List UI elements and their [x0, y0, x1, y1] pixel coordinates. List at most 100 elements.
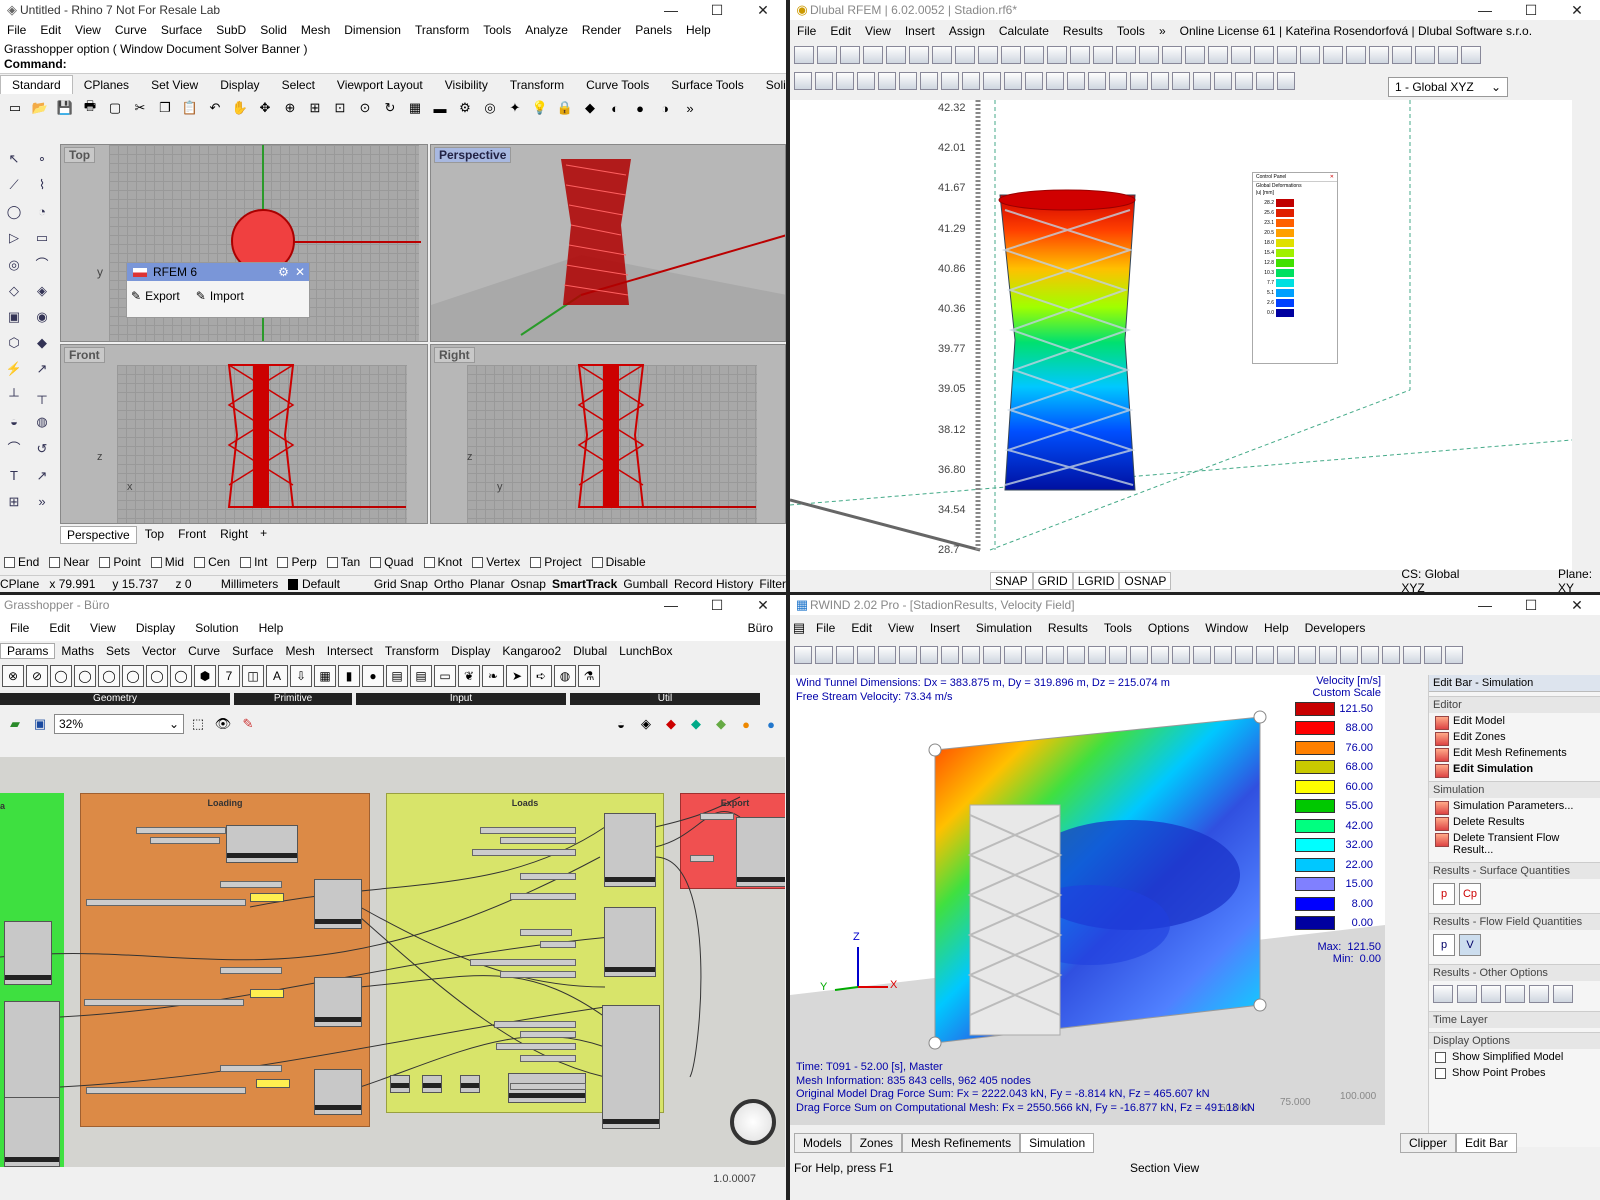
tool-icon[interactable]: ◇	[2, 279, 26, 303]
sphere-icon[interactable]: ●	[629, 97, 651, 119]
tab-curve-tools[interactable]: Curve Tools	[575, 76, 660, 94]
tool-icon[interactable]: ▷	[2, 226, 26, 250]
menu-surface[interactable]: Surface	[154, 23, 209, 37]
menu-file[interactable]: File	[790, 24, 823, 38]
toolbar-icon[interactable]	[815, 646, 833, 664]
toolbar-icon[interactable]	[1001, 46, 1021, 64]
flow-p-button[interactable]: p	[1433, 934, 1455, 956]
tab-maths[interactable]: Maths	[55, 644, 100, 658]
menu-subd[interactable]: SubD	[209, 23, 253, 37]
osnap-knot[interactable]: Knot	[424, 555, 463, 569]
grid-icon[interactable]: ▦	[404, 97, 426, 119]
gh-component[interactable]	[602, 1005, 660, 1129]
panel-input[interactable]: Input	[356, 693, 566, 705]
tab-visibility[interactable]: Visibility	[434, 76, 499, 94]
menu-panels[interactable]: Panels	[628, 23, 679, 37]
menu-file[interactable]: File	[0, 23, 33, 37]
close-button[interactable]: ✕	[740, 2, 786, 19]
toolbar-icon[interactable]	[1277, 72, 1295, 90]
menu-assign[interactable]: Assign	[942, 24, 992, 38]
toolbar-icon[interactable]	[1461, 46, 1481, 64]
menu-online-license-61-kate-ina-rosendorfov-dlubal-software-s-r-o[interactable]: Online License 61 | Kateřina Rosendorfov…	[1173, 24, 1539, 38]
number-slider[interactable]	[136, 827, 226, 834]
surface-quantities-section[interactable]: Results - Surface Quantities	[1429, 862, 1600, 879]
sim-delete-transient-flow-result[interactable]: Delete Transient Flow Result...	[1429, 830, 1600, 858]
toolbar-icon[interactable]	[1319, 646, 1337, 664]
command-input[interactable]	[71, 57, 782, 71]
component-icon[interactable]: ⊗	[2, 665, 24, 687]
checkbox-icon[interactable]	[370, 557, 381, 568]
editor-section[interactable]: Editor	[1429, 696, 1600, 713]
tab-select[interactable]: Select	[271, 76, 326, 94]
gh-component[interactable]	[226, 825, 298, 863]
toolbar-icon[interactable]	[1024, 46, 1044, 64]
mesh-icon[interactable]: ◆	[710, 713, 732, 735]
toolbar-icon[interactable]	[878, 72, 896, 90]
tab-transform[interactable]: Transform	[499, 76, 575, 94]
paste-icon[interactable]: 📋	[179, 97, 201, 119]
number-slider[interactable]	[84, 999, 244, 1006]
component-icon[interactable]: ▦	[314, 665, 336, 687]
checkbox-icon[interactable]	[151, 557, 162, 568]
print-icon[interactable]: 🖶	[79, 97, 101, 119]
vp-tab-front[interactable]: Front	[172, 526, 212, 544]
osnap-quad[interactable]: Quad	[370, 555, 413, 569]
toolbar-icon[interactable]	[962, 72, 980, 90]
checkbox-icon[interactable]	[99, 557, 110, 568]
toolbar-icon[interactable]	[1185, 46, 1205, 64]
toggle-grid-snap[interactable]: Grid Snap	[374, 577, 428, 591]
gh-component[interactable]	[4, 921, 52, 985]
shaded-icon[interactable]: ◆	[660, 713, 682, 735]
panel-primitive[interactable]: Primitive	[234, 693, 352, 705]
toolbar-icon[interactable]	[1025, 72, 1043, 90]
viewport-label-right[interactable]: Right	[434, 347, 475, 363]
toolbar-icon[interactable]	[1254, 46, 1274, 64]
add-viewport-icon[interactable]: +	[256, 526, 271, 544]
zoom-extents-icon[interactable]: ⬚	[187, 713, 209, 735]
sphere-icon[interactable]: ●	[735, 713, 757, 735]
display-option[interactable]: Show Simplified Model	[1429, 1049, 1600, 1065]
option-icon[interactable]	[1481, 985, 1501, 1003]
toolbar-icon[interactable]	[920, 72, 938, 90]
number-slider[interactable]	[700, 813, 734, 820]
osnap-point[interactable]: Point	[99, 555, 140, 569]
tool-icon[interactable]: ↺	[30, 437, 54, 461]
tool-icon[interactable]: ◈	[30, 279, 54, 303]
vp-tab-perspective[interactable]: Perspective	[60, 526, 137, 544]
gear-icon[interactable]: ⚙	[278, 265, 289, 279]
toolbar-icon[interactable]	[932, 46, 952, 64]
menu-edit[interactable]: Edit	[33, 23, 68, 37]
menu-curve[interactable]: Curve	[108, 23, 154, 37]
gh-component[interactable]	[4, 1097, 60, 1167]
toolbar-icon[interactable]	[794, 646, 812, 664]
toolbar-icon[interactable]	[1208, 46, 1228, 64]
toolbar-icon[interactable]	[1214, 72, 1232, 90]
toolbar-icon[interactable]	[886, 46, 906, 64]
number-slider[interactable]	[690, 855, 714, 862]
tool-icon[interactable]: ┬	[30, 383, 54, 407]
toolbar-icon[interactable]	[1093, 46, 1113, 64]
status-grid[interactable]: GRID	[1033, 572, 1073, 590]
rwind-result-view[interactable]: Z X Y Wind Tunnel Dimensions: Dx = 383.8…	[790, 675, 1385, 1125]
editor-edit-model[interactable]: Edit Model	[1429, 713, 1600, 729]
gh-document-name[interactable]: Büro	[741, 621, 780, 635]
checkbox-icon[interactable]	[1435, 1068, 1446, 1079]
tab-surface-tools[interactable]: Surface Tools	[660, 76, 755, 94]
status-layer[interactable]: Default	[302, 577, 364, 591]
toolbar-icon[interactable]	[1070, 46, 1090, 64]
menu-options[interactable]: Options	[1140, 621, 1197, 635]
sketch-icon[interactable]: ✎	[237, 713, 259, 735]
zoom-dropdown[interactable]: 32%⌄	[54, 714, 184, 734]
toolbar-icon[interactable]	[1361, 646, 1379, 664]
tab-mesh-refinements[interactable]: Mesh Refinements	[902, 1133, 1020, 1153]
menu-help[interactable]: Help	[1256, 621, 1297, 635]
display-options-section[interactable]: Display Options	[1429, 1032, 1600, 1049]
minimize-button[interactable]: —	[648, 597, 694, 614]
tool-icon[interactable]: ◒	[2, 409, 26, 433]
toolbar-icon[interactable]	[1004, 72, 1022, 90]
tool-icon[interactable]: ↗	[30, 464, 54, 488]
open-icon[interactable]: ▰	[4, 713, 26, 735]
number-slider[interactable]	[494, 1021, 576, 1028]
minimize-button[interactable]: —	[1462, 597, 1508, 614]
menu-tools[interactable]: Tools	[1096, 621, 1140, 635]
